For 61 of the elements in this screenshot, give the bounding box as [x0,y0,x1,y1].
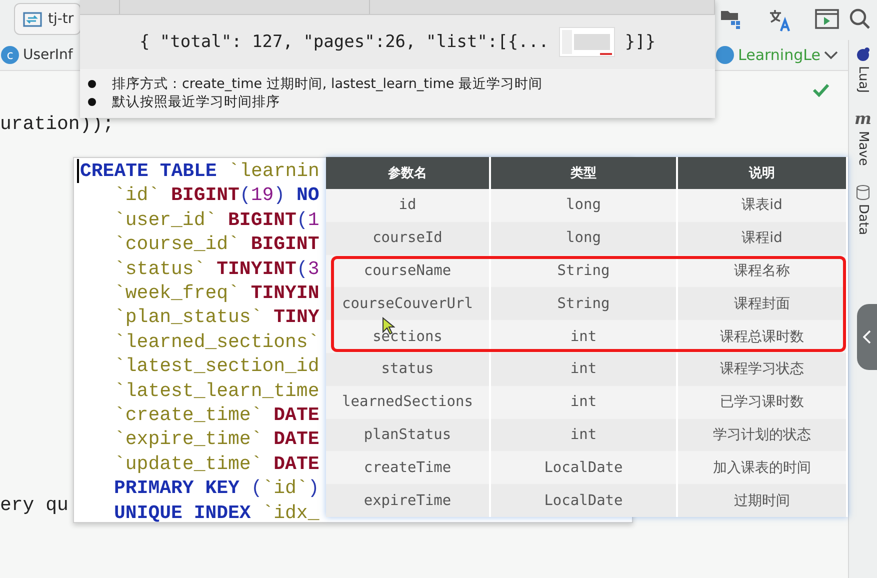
collapse-handle[interactable] [857,304,877,370]
table-cell: 课程id [678,222,848,255]
column-header: 类型 [491,157,678,189]
translate-icon[interactable] [768,8,792,32]
code-line: `status` TINYINT(3 [114,256,320,282]
class-icon [716,46,734,64]
project-tab[interactable]: tj-tr [14,3,81,35]
json-example: { "total": 127, "pages":26, "list":[{... [139,32,549,52]
thumbnail-image [558,27,615,57]
folder-grid-icon[interactable] [720,8,742,30]
json-example: }]} [624,32,656,52]
project-icon [23,10,43,28]
code-line: `id` BIGINT(19) NO [114,183,320,208]
code-line: `week_freq` TINYIN [114,281,320,306]
code-line: `update_time` DATE [114,452,320,476]
run-window-icon[interactable] [815,8,839,30]
table-cell: 课程封面 [678,287,848,320]
code-line: `expire_time` DATE [114,427,320,452]
search-icon[interactable] [849,8,871,30]
code-line: ery qu [0,494,68,516]
table-cell: 课程学习状态 [678,352,848,386]
code-line: `create_time` DATE [114,403,320,428]
column-header: 参数名 [326,157,491,189]
maven-icon[interactable]: m [854,111,872,128]
table-cell: courseId [326,222,491,255]
bullet-icon [88,98,96,106]
table-cell: courseCouverUrl [326,287,491,320]
side-panel-label[interactable]: Data [856,204,870,235]
bullet-icon [88,80,96,88]
code-line: `plan_status` TINY [114,305,320,330]
code-line: `learned_sections` [114,330,320,354]
code-line: `user_id` BIGINT(1 [114,208,320,232]
code-line: UNIQUE INDEX `idx_ [114,500,320,526]
table-cell: LocalDate [491,484,678,517]
chevron-left-icon [863,330,871,344]
code-line: CREATE TABLE `learnin [77,159,320,184]
code-line: uration)); [0,113,114,135]
table-cell: expireTime [326,484,491,517]
editor-tab[interactable]: c UserInf [1,42,73,68]
table-cell: 学习计划的状态 [678,418,848,452]
side-panel-label[interactable]: Mave [856,131,870,166]
note-text: 默认按照最近学习时间排序 [112,93,280,111]
code-line: `latest_learn_time [114,378,320,404]
database-icon[interactable] [856,184,870,200]
table-cell: String [491,287,678,320]
table-cell: 过期时间 [678,484,848,517]
code-line: `course_id` BIGINT [114,232,320,257]
table-cell: int [491,352,678,386]
code-line: `latest_section_id [114,354,320,379]
table-cell: status [326,352,491,386]
side-panel-label[interactable]: LuaJ [856,66,870,94]
code-line: PRIMARY KEY (`id`) [114,476,320,501]
chevron-down-icon [824,50,838,60]
column-header: 说明 [678,157,848,189]
table-cell: planStatus [326,418,491,452]
note-text: 排序方式：create_time 过期时间, lastest_learn_time 最近学习时间 [112,75,542,93]
class-icon: c [1,46,19,64]
table-cell: int [491,418,678,452]
check-icon [812,83,830,97]
plugin-icon[interactable] [855,46,871,62]
table-cell: long [491,222,678,255]
